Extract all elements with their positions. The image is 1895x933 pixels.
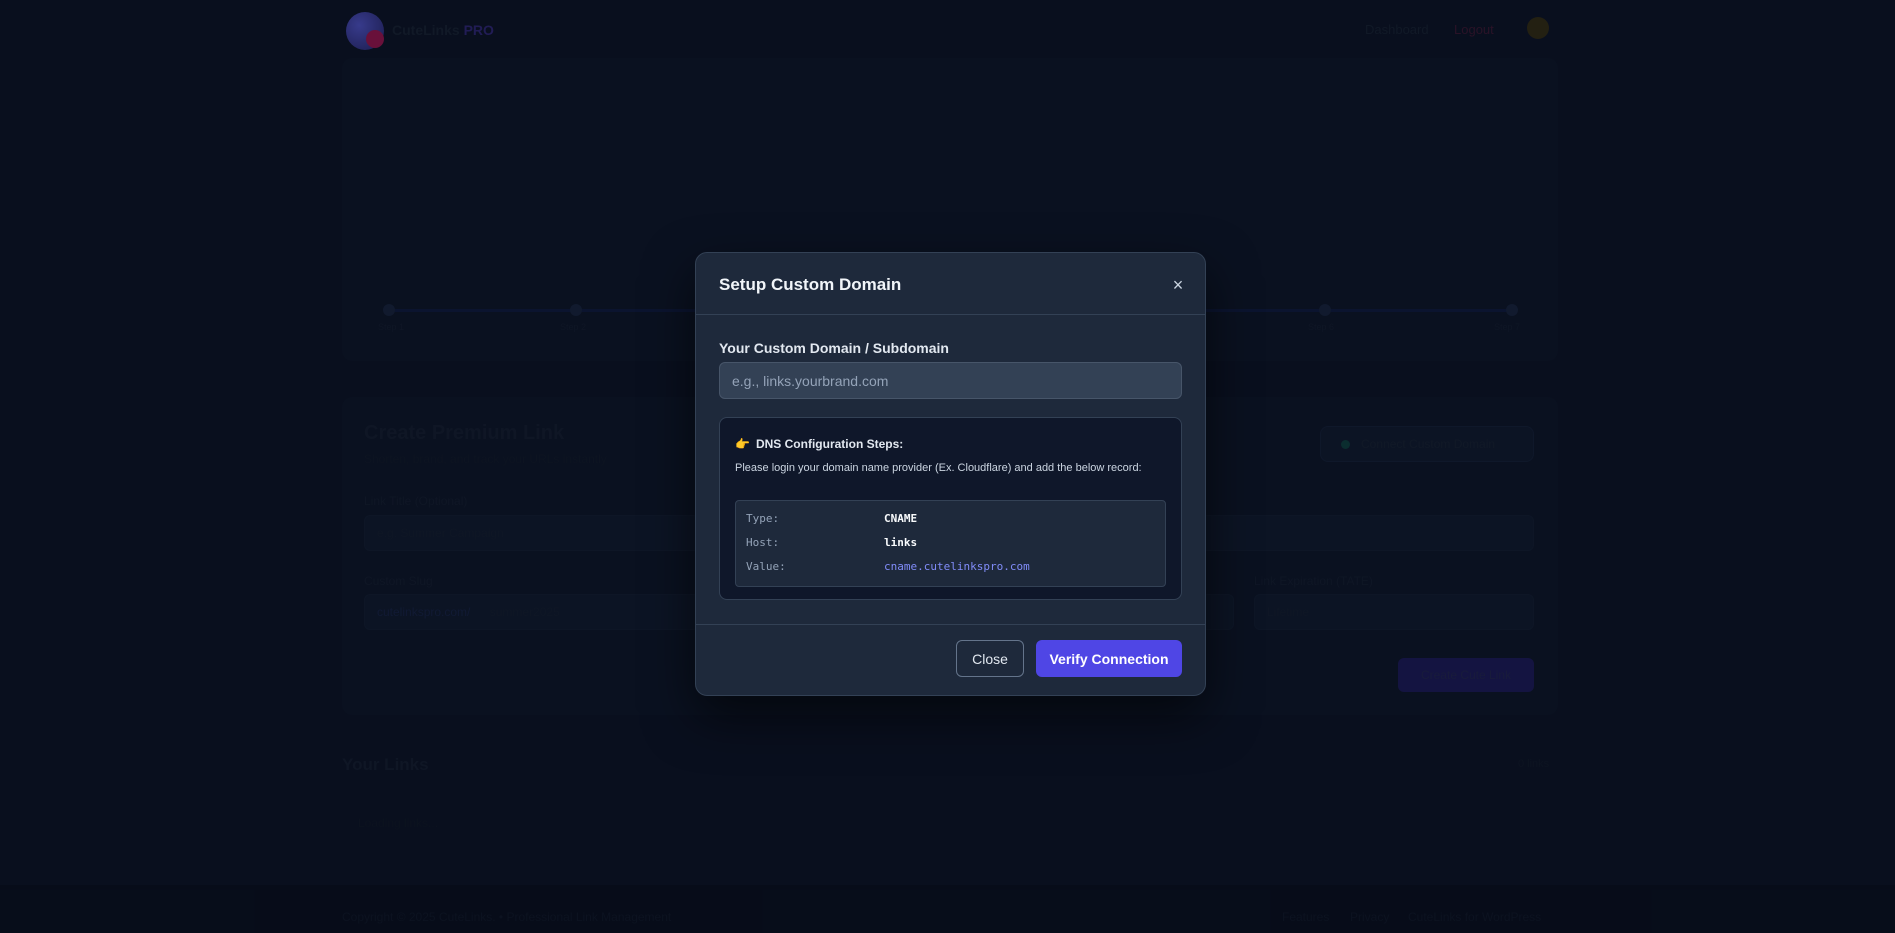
dns-description: Please login your domain name provider (… xyxy=(735,462,1142,474)
verify-connection-button[interactable]: Verify Connection xyxy=(1036,640,1182,677)
custom-domain-modal: Setup Custom Domain × Your Custom Domain… xyxy=(695,252,1206,696)
dns-heading: 👉 DNS Configuration Steps: xyxy=(735,437,903,451)
dns-record-key: Value: xyxy=(746,560,786,573)
modal-title: Setup Custom Domain xyxy=(719,275,902,294)
dns-record-type-value: CNAME xyxy=(884,512,918,525)
custom-domain-label: Your Custom Domain / Subdomain xyxy=(719,340,949,356)
dns-heading-text: DNS Configuration Steps: xyxy=(755,437,904,451)
custom-domain-input[interactable] xyxy=(719,362,1182,399)
close-icon[interactable]: × xyxy=(1168,275,1188,295)
dns-record-cname-value[interactable]: cname.cutelinkspro.com xyxy=(884,560,1030,573)
dns-record-key: Type: xyxy=(746,512,780,525)
pointing-hand-icon: 👉 xyxy=(735,437,750,451)
dns-record-key: Host: xyxy=(746,536,780,549)
dns-record-table: Type: CNAME Host: links Value: cname.cut… xyxy=(735,500,1166,587)
modal-header: Setup Custom Domain × xyxy=(696,253,1205,315)
close-button[interactable]: Close xyxy=(956,640,1024,677)
page: CuteLinks PRO Dashboard Logout Step 1 St… xyxy=(0,0,1895,933)
modal-footer: Close Verify Connection xyxy=(696,624,1205,696)
dns-record-host-value: links xyxy=(884,536,918,549)
dns-instructions-box: 👉 DNS Configuration Steps: Please login y… xyxy=(719,417,1182,600)
